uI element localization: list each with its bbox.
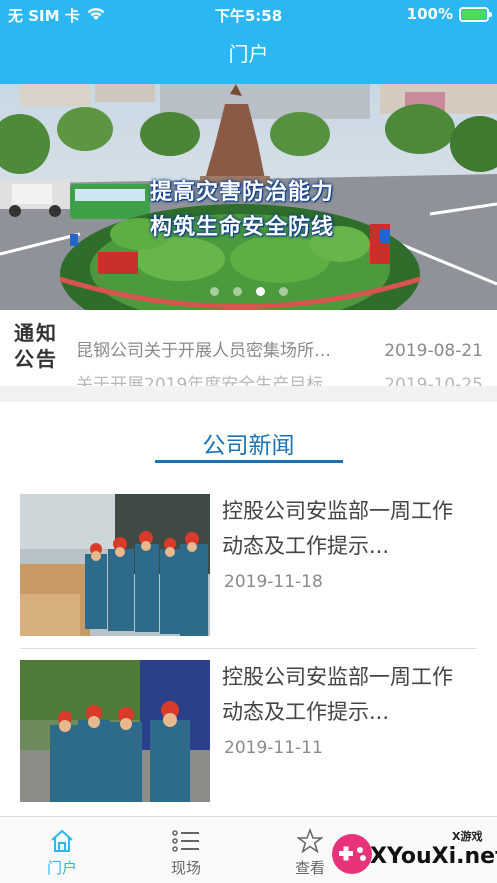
carousel-dot[interactable] [278,287,288,296]
notice-item-date: 2019-08-21 [384,341,483,361]
carousel-dots[interactable] [0,287,497,296]
page-title: 门户 [228,42,269,66]
news-item-date: 2019-11-11 [224,738,323,758]
carousel-dot[interactable] [209,287,219,296]
news-divider [20,648,477,649]
news-item-date: 2019-11-18 [224,572,323,592]
watermark-text: XYouXi.net [370,844,497,869]
notice-list: 昆钢公司关于开展人员密集场所… 2019-08-21 关于开展2019年度安全生… [76,310,483,386]
banner-slogan-line2: 构筑生命安全防线 [150,215,335,240]
carousel-dot[interactable] [232,287,242,296]
tab-label: 现场 [170,859,201,877]
news-section: 公司新闻 控股公司安监部一周工作动态及工作提示... 2019-11-18 控股… [0,402,497,816]
notice-item[interactable]: 关于开展2019年度安全生产目标… 2019-10-25 [76,368,483,386]
nav-bar: 门户 [0,28,497,84]
notice-item-title: 关于开展2019年度安全生产目标… [76,375,341,386]
notice-item-title: 昆钢公司关于开展人员密集场所… [76,341,331,361]
notice-item[interactable] [76,310,483,334]
home-icon [0,827,124,855]
tab-site[interactable]: 现场 [124,817,248,883]
list-icon [124,827,248,855]
news-item[interactable]: 控股公司安监部一周工作动态及工作提示... 2019-11-11 [20,660,477,816]
notice-label-line1: 通知 [14,321,58,345]
notice-item[interactable]: 昆钢公司关于开展人员密集场所… 2019-08-21 [76,334,483,368]
carousel-dot[interactable] [255,287,265,296]
status-right: 100% [406,5,492,23]
news-item[interactable]: 控股公司安监部一周工作动态及工作提示... 2019-11-18 [20,494,477,654]
news-section-title: 公司新闻 [202,433,295,459]
notice-label: 通知 公告 [14,320,64,372]
notice-label-line2: 公告 [14,347,58,371]
news-item-title: 控股公司安监部一周工作动态及工作提示... [222,665,453,724]
news-thumbnail [20,660,210,802]
site-watermark: X游戏 XYouXi.net [330,826,497,880]
status-bar: 无 SIM 卡 下午5:58 100% [0,0,497,28]
battery-percent: 100% [406,5,453,23]
banner-slogan-line1: 提高灾害防治能力 [150,180,335,205]
news-item-title: 控股公司安监部一周工作动态及工作提示... [222,499,453,558]
tab-portal[interactable]: 门户 [0,817,124,883]
notice-item-date: 2019-10-25 [384,375,483,386]
banner-carousel[interactable]: 提高灾害防治能力 构筑生命安全防线 [0,84,497,310]
tab-label: 门户 [46,859,77,877]
news-thumbnail [20,494,210,636]
notice-item-title [76,310,81,334]
battery-icon [459,6,492,22]
gamepad-logo-icon [332,834,372,874]
news-title-underline [154,460,343,463]
watermark-small-text: X游戏 [452,830,483,843]
notice-panel: 通知 公告 昆钢公司关于开展人员密集场所… 2019-08-21 关于开展201… [0,310,497,386]
notice-item-date [478,310,483,334]
